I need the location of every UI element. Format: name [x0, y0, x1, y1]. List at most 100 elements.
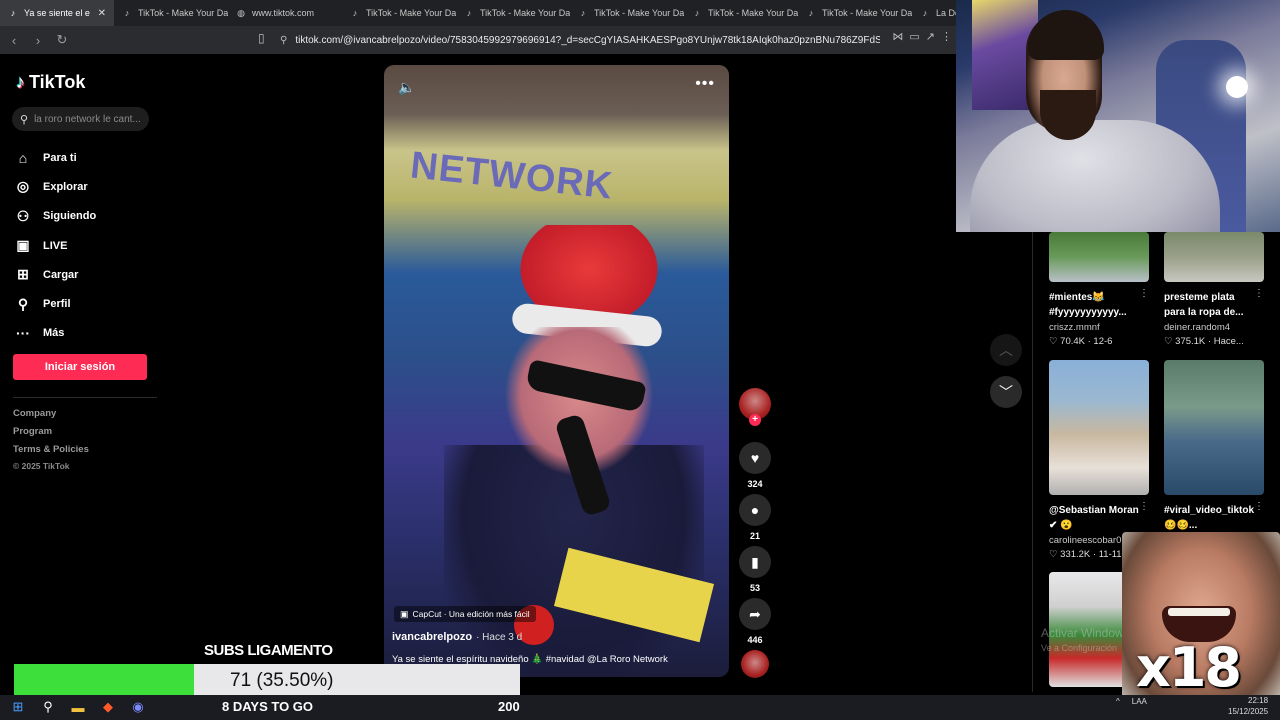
taskbar-clock[interactable]: 22:18 15/12/2025 [1228, 695, 1268, 717]
upload-icon: ⊞ [17, 266, 29, 283]
browser-tab-active[interactable]: ♪ Ya se siente el e ✕ [0, 0, 114, 26]
recommendation-title: #viral_video_tiktok 🥴🥴... [1164, 505, 1255, 531]
subs-goal-title: SUBS LIGAMENTO [204, 642, 333, 659]
tab-label: TikTok - Make Your Da [138, 8, 228, 18]
menu-icon[interactable]: ⋮ [941, 30, 952, 43]
sidebar-item-para-ti[interactable]: ⌂ Para ti [14, 143, 96, 172]
share-button[interactable]: ➦ [739, 598, 771, 630]
windows-activation-watermark: Activar Windows Ve a Configuración [1041, 626, 1130, 656]
music-disc[interactable] [741, 650, 769, 678]
extension-icon[interactable]: ⋈ [892, 30, 903, 43]
share-count: 446 [747, 635, 763, 645]
clock-time: 22:18 [1248, 696, 1269, 705]
tiktok-icon: ♪ [10, 8, 16, 18]
login-button[interactable]: Iniciar sesión [13, 354, 147, 380]
tiktok-logo-icon: ♪ [16, 72, 25, 92]
url-field[interactable]: ⚲ tiktok.com/@ivancabrelpozo/video/75830… [280, 30, 880, 50]
tab-label: TikTok - Make Your Da [594, 8, 684, 18]
footer-link-company[interactable]: Company [13, 408, 89, 426]
sidebar-item-live[interactable]: ▣ LIVE [14, 231, 96, 260]
recommendation-title: presteme plata para la ropa de... [1164, 292, 1244, 318]
capcut-badge[interactable]: ▣ CapCut · Una edición más fácil [394, 606, 536, 622]
recommendation-title: #mientes😹 #fyyyyyyyyyyy... [1049, 292, 1127, 318]
bookmark-icon[interactable]: ▯ [258, 31, 265, 45]
compass-icon: ◎ [16, 178, 30, 195]
recommendation-user: criszz.mmnf [1049, 322, 1100, 333]
windows-start-icon[interactable]: ⊞ [8, 697, 28, 717]
video-more-icon[interactable]: ••• [695, 75, 715, 93]
recommendation-card[interactable]: presteme plata para la ropa de... ⋮ dein… [1164, 232, 1266, 347]
sidebar-item-mas[interactable]: ··· Más [14, 319, 96, 348]
follow-plus-icon[interactable]: + [749, 414, 761, 426]
cast-icon[interactable]: ▭ [909, 30, 919, 43]
posted-time: · Hace 3 d [476, 632, 523, 643]
previous-video-button[interactable]: ︿ [990, 334, 1022, 366]
mute-icon[interactable]: 🔈 [398, 79, 415, 96]
live-icon: ▣ [16, 237, 30, 254]
search-input[interactable]: ⚲ la roro network le cant... [12, 107, 149, 131]
more-options-icon[interactable]: ⋮ [1139, 501, 1149, 512]
search-icon[interactable]: ⚲ [38, 697, 58, 717]
recommendation-card[interactable]: @Sebastian Moran ✔ 😮 ⋮ carolineescobar0 … [1049, 360, 1151, 560]
site-info-icon[interactable]: ⚲ [280, 35, 287, 46]
browser-tab[interactable]: ♪ TikTok - Make Your Da [798, 0, 912, 26]
next-video-button[interactable]: ﹀ [990, 376, 1022, 408]
meme-teeth [1168, 608, 1230, 616]
tray-chevron-icon[interactable]: ^ [1116, 697, 1120, 706]
more-options-icon[interactable]: ⋮ [1254, 501, 1264, 512]
browser-tab[interactable]: ♪ TikTok - Make Your Da [114, 0, 228, 26]
tiktok-icon: ♪ [694, 8, 700, 18]
video-player[interactable]: NETWORK 🔈 ••• ▣ CapCut · Una edición más… [384, 65, 729, 677]
share-arrow-icon: ➦ [749, 605, 761, 622]
browser-tab[interactable]: ♪ TikTok - Make Your Da [684, 0, 798, 26]
browser-actions: ⋈ ▭ ↗ ⋮ [892, 30, 952, 43]
tiktok-icon: ♪ [352, 8, 358, 18]
discord-icon[interactable]: ◉ [128, 697, 148, 717]
close-tab-icon[interactable]: ✕ [98, 8, 106, 19]
browser-tab[interactable]: ♪ La De [912, 0, 956, 26]
sidebar-item-label: Más [43, 327, 65, 340]
sidebar-item-cargar[interactable]: ⊞ Cargar [14, 260, 96, 289]
sidebar-item-label: Cargar [43, 268, 79, 281]
home-icon: ⌂ [18, 149, 28, 166]
browser-tab[interactable]: ♪ TikTok - Make Your Da [456, 0, 570, 26]
like-button[interactable]: ♥ [739, 442, 771, 474]
comment-button[interactable]: ● [739, 494, 771, 526]
browser-tab[interactable]: ♪ TikTok - Make Your Da [570, 0, 684, 26]
sidebar-item-siguiendo[interactable]: ⚇ Siguiendo [14, 202, 96, 231]
back-icon[interactable]: ‹ [4, 30, 24, 50]
footer-link-program[interactable]: Program [13, 426, 89, 444]
file-explorer-icon[interactable]: ▬ [68, 697, 88, 717]
share-icon[interactable]: ↗ [926, 30, 935, 43]
recommendation-card[interactable]: #mientes😹 #fyyyyyyyyyyy... ⋮ criszz.mmnf… [1049, 232, 1151, 347]
reload-icon[interactable]: ↻ [52, 30, 72, 50]
forward-icon[interactable]: › [28, 30, 48, 50]
sidebar-item-label: Perfil [43, 298, 71, 311]
sidebar-item-explorar[interactable]: ◎ Explorar [14, 172, 96, 201]
panel-divider [1032, 232, 1033, 692]
footer-link-terms[interactable]: Terms & Policies [13, 444, 89, 462]
sidebar-item-label: Siguiendo [43, 210, 97, 223]
tab-label: www.tiktok.com [252, 8, 315, 18]
webcam-streamer-torso [970, 120, 1220, 232]
sidebar-item-perfil[interactable]: ⚲ Perfil [14, 289, 96, 318]
recommendation-card[interactable]: #viral_video_tiktok 🥴🥴... ⋮ [1164, 360, 1266, 533]
recommendation-thumbnail [1049, 360, 1149, 495]
author-avatar[interactable]: + [739, 388, 771, 426]
browser-tab-bar: ♪ Ya se siente el e ✕ ♪ TikTok - Make You… [0, 0, 956, 26]
watermark-line2: Ve a Configuración [1041, 643, 1118, 653]
language-indicator[interactable]: LAA [1132, 697, 1147, 706]
sidebar-item-label: Explorar [43, 180, 88, 193]
video-author[interactable]: ivancabrelpozo · Hace 3 d [392, 631, 522, 643]
tiktok-logo[interactable]: ♪ TikTok [16, 72, 85, 93]
more-options-icon[interactable]: ⋮ [1254, 288, 1264, 299]
save-button[interactable]: ▮ [739, 546, 771, 578]
browser-tab[interactable]: ♪ TikTok - Make Your Da [342, 0, 456, 26]
browser-address-bar: ‹ › ↻ ▯ ⚲ tiktok.com/@ivancabrelpozo/vid… [0, 26, 956, 54]
recommendation-thumbnail [1164, 360, 1264, 495]
clock-date: 15/12/2025 [1228, 707, 1269, 716]
browser-tab[interactable]: ◍ www.tiktok.com [228, 0, 342, 26]
brave-browser-icon[interactable]: ◆ [98, 697, 118, 717]
more-options-icon[interactable]: ⋮ [1139, 288, 1149, 299]
windows-taskbar: ⊞ ⚲ ▬ ◆ ◉ 8 DAYS TO GO 200 ^ LAA 22:18 1… [0, 695, 1280, 720]
